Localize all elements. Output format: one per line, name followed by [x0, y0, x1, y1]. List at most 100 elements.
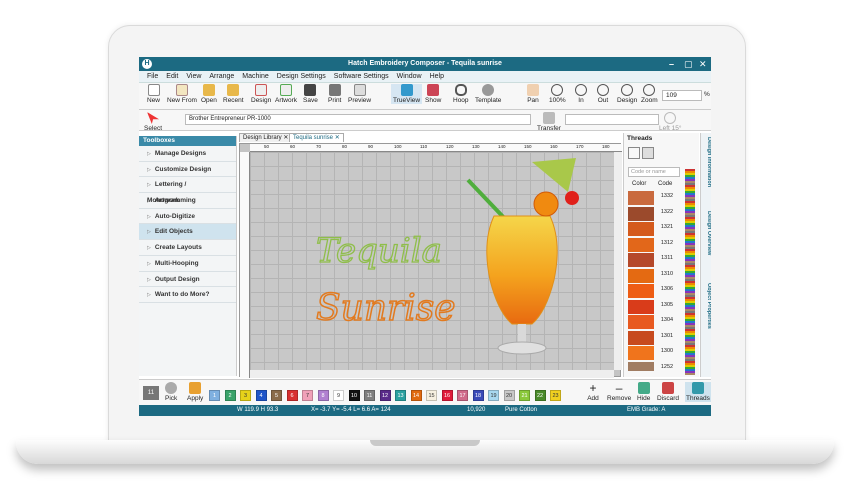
thread-row[interactable]: 1304: [628, 315, 682, 331]
toolbox-create-layouts[interactable]: Create Layouts: [139, 240, 236, 256]
grid-view-icon[interactable]: [642, 147, 654, 159]
hoop-button[interactable]: Hoop: [453, 84, 469, 104]
menu-design-settings[interactable]: Design Settings: [273, 71, 330, 83]
hide-button[interactable]: Hide: [637, 382, 650, 402]
zoom-100-button[interactable]: 100%: [549, 84, 566, 104]
embroidery-design[interactable]: Tequila Sunrise: [250, 152, 614, 370]
tab-design-library[interactable]: Design Library ✕: [239, 133, 293, 142]
toolbox-lettering-monogramming[interactable]: Lettering / Monogramming: [139, 177, 236, 204]
color-swatch[interactable]: 2: [224, 390, 236, 401]
new-button[interactable]: New: [147, 84, 160, 104]
color-swatch[interactable]: 11: [364, 390, 375, 401]
zoom-level-input[interactable]: 109: [662, 90, 702, 101]
color-swatch[interactable]: 19: [488, 390, 499, 401]
color-swatch[interactable]: 14: [410, 390, 422, 401]
toolbox-customize-design[interactable]: Customize Design: [139, 162, 236, 178]
color-swatch[interactable]: 7: [302, 390, 313, 401]
toolbox-want-more[interactable]: Want to do More?: [139, 287, 236, 303]
remove-color-button[interactable]: – Remove: [607, 382, 631, 402]
thread-row[interactable]: 1312: [628, 237, 682, 254]
color-swatch[interactable]: 12: [379, 390, 391, 401]
color-swatch[interactable]: 18: [472, 390, 484, 401]
pick-button[interactable]: Pick: [165, 382, 177, 402]
menu-edit[interactable]: Edit: [162, 71, 182, 83]
pan-button[interactable]: Pan: [527, 84, 539, 104]
thread-row[interactable]: 1332: [628, 191, 682, 207]
open-button[interactable]: Open: [201, 84, 217, 104]
toolbox-edit-objects[interactable]: Edit Objects: [139, 224, 236, 241]
rotate-left-button[interactable]: Left 15°: [659, 112, 681, 132]
close-button[interactable]: ✕: [699, 57, 707, 71]
maximize-button[interactable]: ▢: [684, 57, 693, 71]
preview-button[interactable]: Preview: [348, 84, 371, 104]
discard-button[interactable]: Discard: [657, 382, 679, 402]
color-swatch[interactable]: 17: [457, 390, 468, 401]
thread-row[interactable]: 1301: [628, 330, 682, 347]
menu-arrange[interactable]: Arrange: [205, 71, 238, 83]
thread-search-input[interactable]: Code or name: [628, 167, 680, 177]
apply-button[interactable]: Apply: [187, 382, 203, 402]
horizontal-scrollbar[interactable]: [250, 370, 614, 378]
machine-select[interactable]: Brother Entrepreneur PR-1000: [185, 114, 531, 125]
menu-window[interactable]: Window: [393, 71, 426, 83]
thread-palette-strip[interactable]: [685, 169, 695, 375]
print-button[interactable]: Print: [328, 84, 341, 104]
thread-row[interactable]: 1322: [628, 206, 682, 223]
thread-row[interactable]: 1305: [628, 299, 682, 316]
color-swatch[interactable]: 22: [534, 390, 546, 401]
menu-view[interactable]: View: [182, 71, 205, 83]
template-button[interactable]: Template: [475, 84, 501, 104]
color-swatch[interactable]: 4: [255, 390, 267, 401]
color-swatch[interactable]: 10: [348, 390, 360, 401]
color-swatch[interactable]: 13: [395, 390, 406, 401]
menu-machine[interactable]: Machine: [238, 71, 272, 83]
recent-button[interactable]: Recent: [223, 84, 244, 104]
threads-button[interactable]: Threads: [685, 382, 711, 402]
thread-row[interactable]: 1252: [628, 361, 682, 371]
toolbox-output-design[interactable]: Output Design: [139, 272, 236, 288]
menu-file[interactable]: File: [143, 71, 162, 83]
artwork-button[interactable]: Artwork: [275, 84, 297, 104]
thread-row[interactable]: 1321: [628, 222, 682, 238]
add-color-button[interactable]: + Add: [587, 382, 599, 402]
thread-list[interactable]: 1332 1322 1321 1312 1311 1310 1306 1305 1304 1301…: [628, 191, 682, 371]
minimize-button[interactable]: –: [669, 57, 674, 71]
color-swatch[interactable]: 3: [240, 390, 251, 401]
color-swatch[interactable]: 23: [550, 390, 561, 401]
toolbox-manage-designs[interactable]: Manage Designs: [139, 146, 236, 162]
thread-row[interactable]: 1311: [628, 253, 682, 269]
transfer-button[interactable]: Transfer: [537, 112, 561, 132]
color-swatch[interactable]: 8: [317, 390, 329, 401]
menu-software-settings[interactable]: Software Settings: [330, 71, 393, 83]
zoom-out-button[interactable]: Out: [597, 84, 609, 104]
trueview-button[interactable]: TrueView: [391, 84, 423, 104]
design-overview-tab[interactable]: Design Overview: [701, 211, 711, 255]
tab-close-icon[interactable]: ✕: [335, 135, 340, 141]
thread-row[interactable]: 1306: [628, 284, 682, 300]
color-swatch[interactable]: 6: [286, 390, 298, 401]
vertical-scrollbar[interactable]: [614, 152, 622, 370]
color-swatch[interactable]: 15: [426, 390, 437, 401]
color-swatch[interactable]: 1: [209, 390, 220, 401]
toolbox-multi-hooping[interactable]: Multi-Hooping: [139, 256, 236, 272]
color-swatch[interactable]: 16: [441, 390, 453, 401]
new-from-button[interactable]: New From: [167, 84, 197, 104]
zoom-button[interactable]: Zoom: [641, 84, 658, 104]
menu-help[interactable]: Help: [426, 71, 448, 83]
tab-tequila-sunrise[interactable]: Tequila sunrise ✕: [289, 133, 344, 142]
object-properties-tab[interactable]: Object Properties: [701, 283, 711, 329]
color-swatch[interactable]: 9: [333, 390, 344, 401]
design-button[interactable]: Design: [251, 84, 271, 104]
secondary-select[interactable]: [565, 114, 659, 125]
design-canvas[interactable]: 50 60 70 80 90 100 110 120 130 140 150 1…: [239, 143, 622, 378]
color-swatch[interactable]: 5: [271, 390, 282, 401]
zoom-in-button[interactable]: In: [575, 84, 587, 104]
save-button[interactable]: Save: [303, 84, 318, 104]
select-button[interactable]: Select: [144, 112, 162, 132]
design-information-tab[interactable]: Design Information: [701, 137, 711, 187]
color-swatch[interactable]: 20: [503, 390, 515, 401]
thread-row[interactable]: 1300: [628, 346, 682, 362]
list-view-icon[interactable]: [628, 147, 640, 159]
zoom-design-button[interactable]: Design: [617, 84, 637, 104]
thread-row[interactable]: 1310: [628, 268, 682, 285]
